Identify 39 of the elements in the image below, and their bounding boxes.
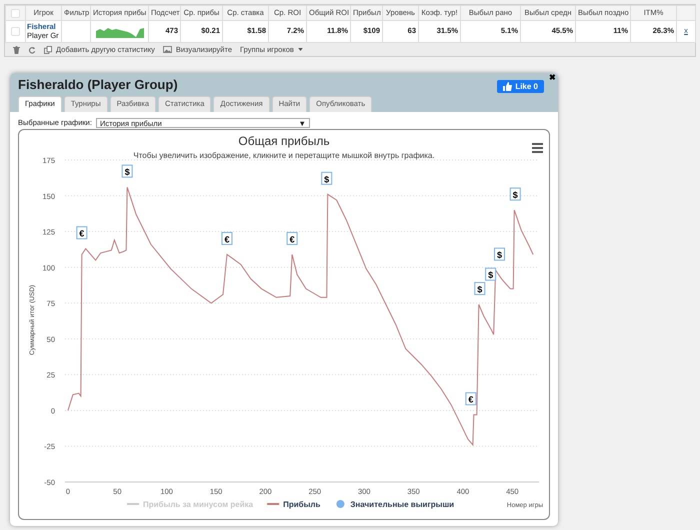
dialog-title: Fisheraldo (Player Group) bbox=[18, 77, 178, 93]
close-button[interactable]: ✖ bbox=[549, 74, 556, 82]
big-win-flag: € bbox=[76, 226, 88, 239]
big-win-flag: $ bbox=[474, 282, 486, 295]
like-button[interactable]: Like 0 bbox=[497, 80, 544, 94]
big-win-flag: $ bbox=[510, 187, 521, 200]
big-win-flag: $ bbox=[122, 164, 133, 178]
annotation: $ bbox=[124, 166, 130, 177]
annotation: € bbox=[79, 228, 84, 238]
image-icon bbox=[162, 46, 172, 53]
big-win-flag: $ bbox=[494, 247, 505, 260]
big-win-flag: € bbox=[286, 231, 298, 244]
legend-item[interactable]: Прибыль bbox=[283, 500, 320, 508]
big-win-flag: € bbox=[221, 231, 232, 244]
select-all-checkbox[interactable] bbox=[11, 8, 20, 18]
big-win-flag: € bbox=[465, 392, 476, 405]
copy-icon bbox=[44, 46, 52, 54]
legend-line-icon bbox=[127, 502, 139, 504]
sparkline-drawing bbox=[96, 25, 144, 38]
menu-icon[interactable] bbox=[532, 142, 543, 152]
annotation: $ bbox=[324, 174, 330, 184]
row-checkbox[interactable] bbox=[11, 27, 20, 36]
big-win-flag: $ bbox=[485, 267, 496, 280]
chart-title: Общая прибыль bbox=[238, 134, 330, 148]
annotation: € bbox=[224, 234, 230, 244]
annotation: $ bbox=[496, 250, 502, 260]
annotation: € bbox=[290, 234, 295, 244]
thumbs-up-icon bbox=[503, 82, 512, 91]
trash-icon[interactable] bbox=[13, 46, 20, 54]
annotation: $ bbox=[488, 270, 494, 280]
annotation: € bbox=[468, 394, 474, 404]
big-win-flag: $ bbox=[321, 171, 332, 184]
caret-icon bbox=[298, 48, 303, 51]
annotation: $ bbox=[512, 190, 518, 200]
refresh-icon[interactable] bbox=[28, 46, 36, 54]
legend-line-icon bbox=[267, 502, 280, 504]
chart-subtitle: Чтобы увеличить изображение, кликните и перетащите мышкой внутрь графика. bbox=[133, 150, 435, 160]
annotation: $ bbox=[477, 284, 482, 294]
legend-item[interactable]: Значительные выигрыши bbox=[350, 500, 454, 508]
